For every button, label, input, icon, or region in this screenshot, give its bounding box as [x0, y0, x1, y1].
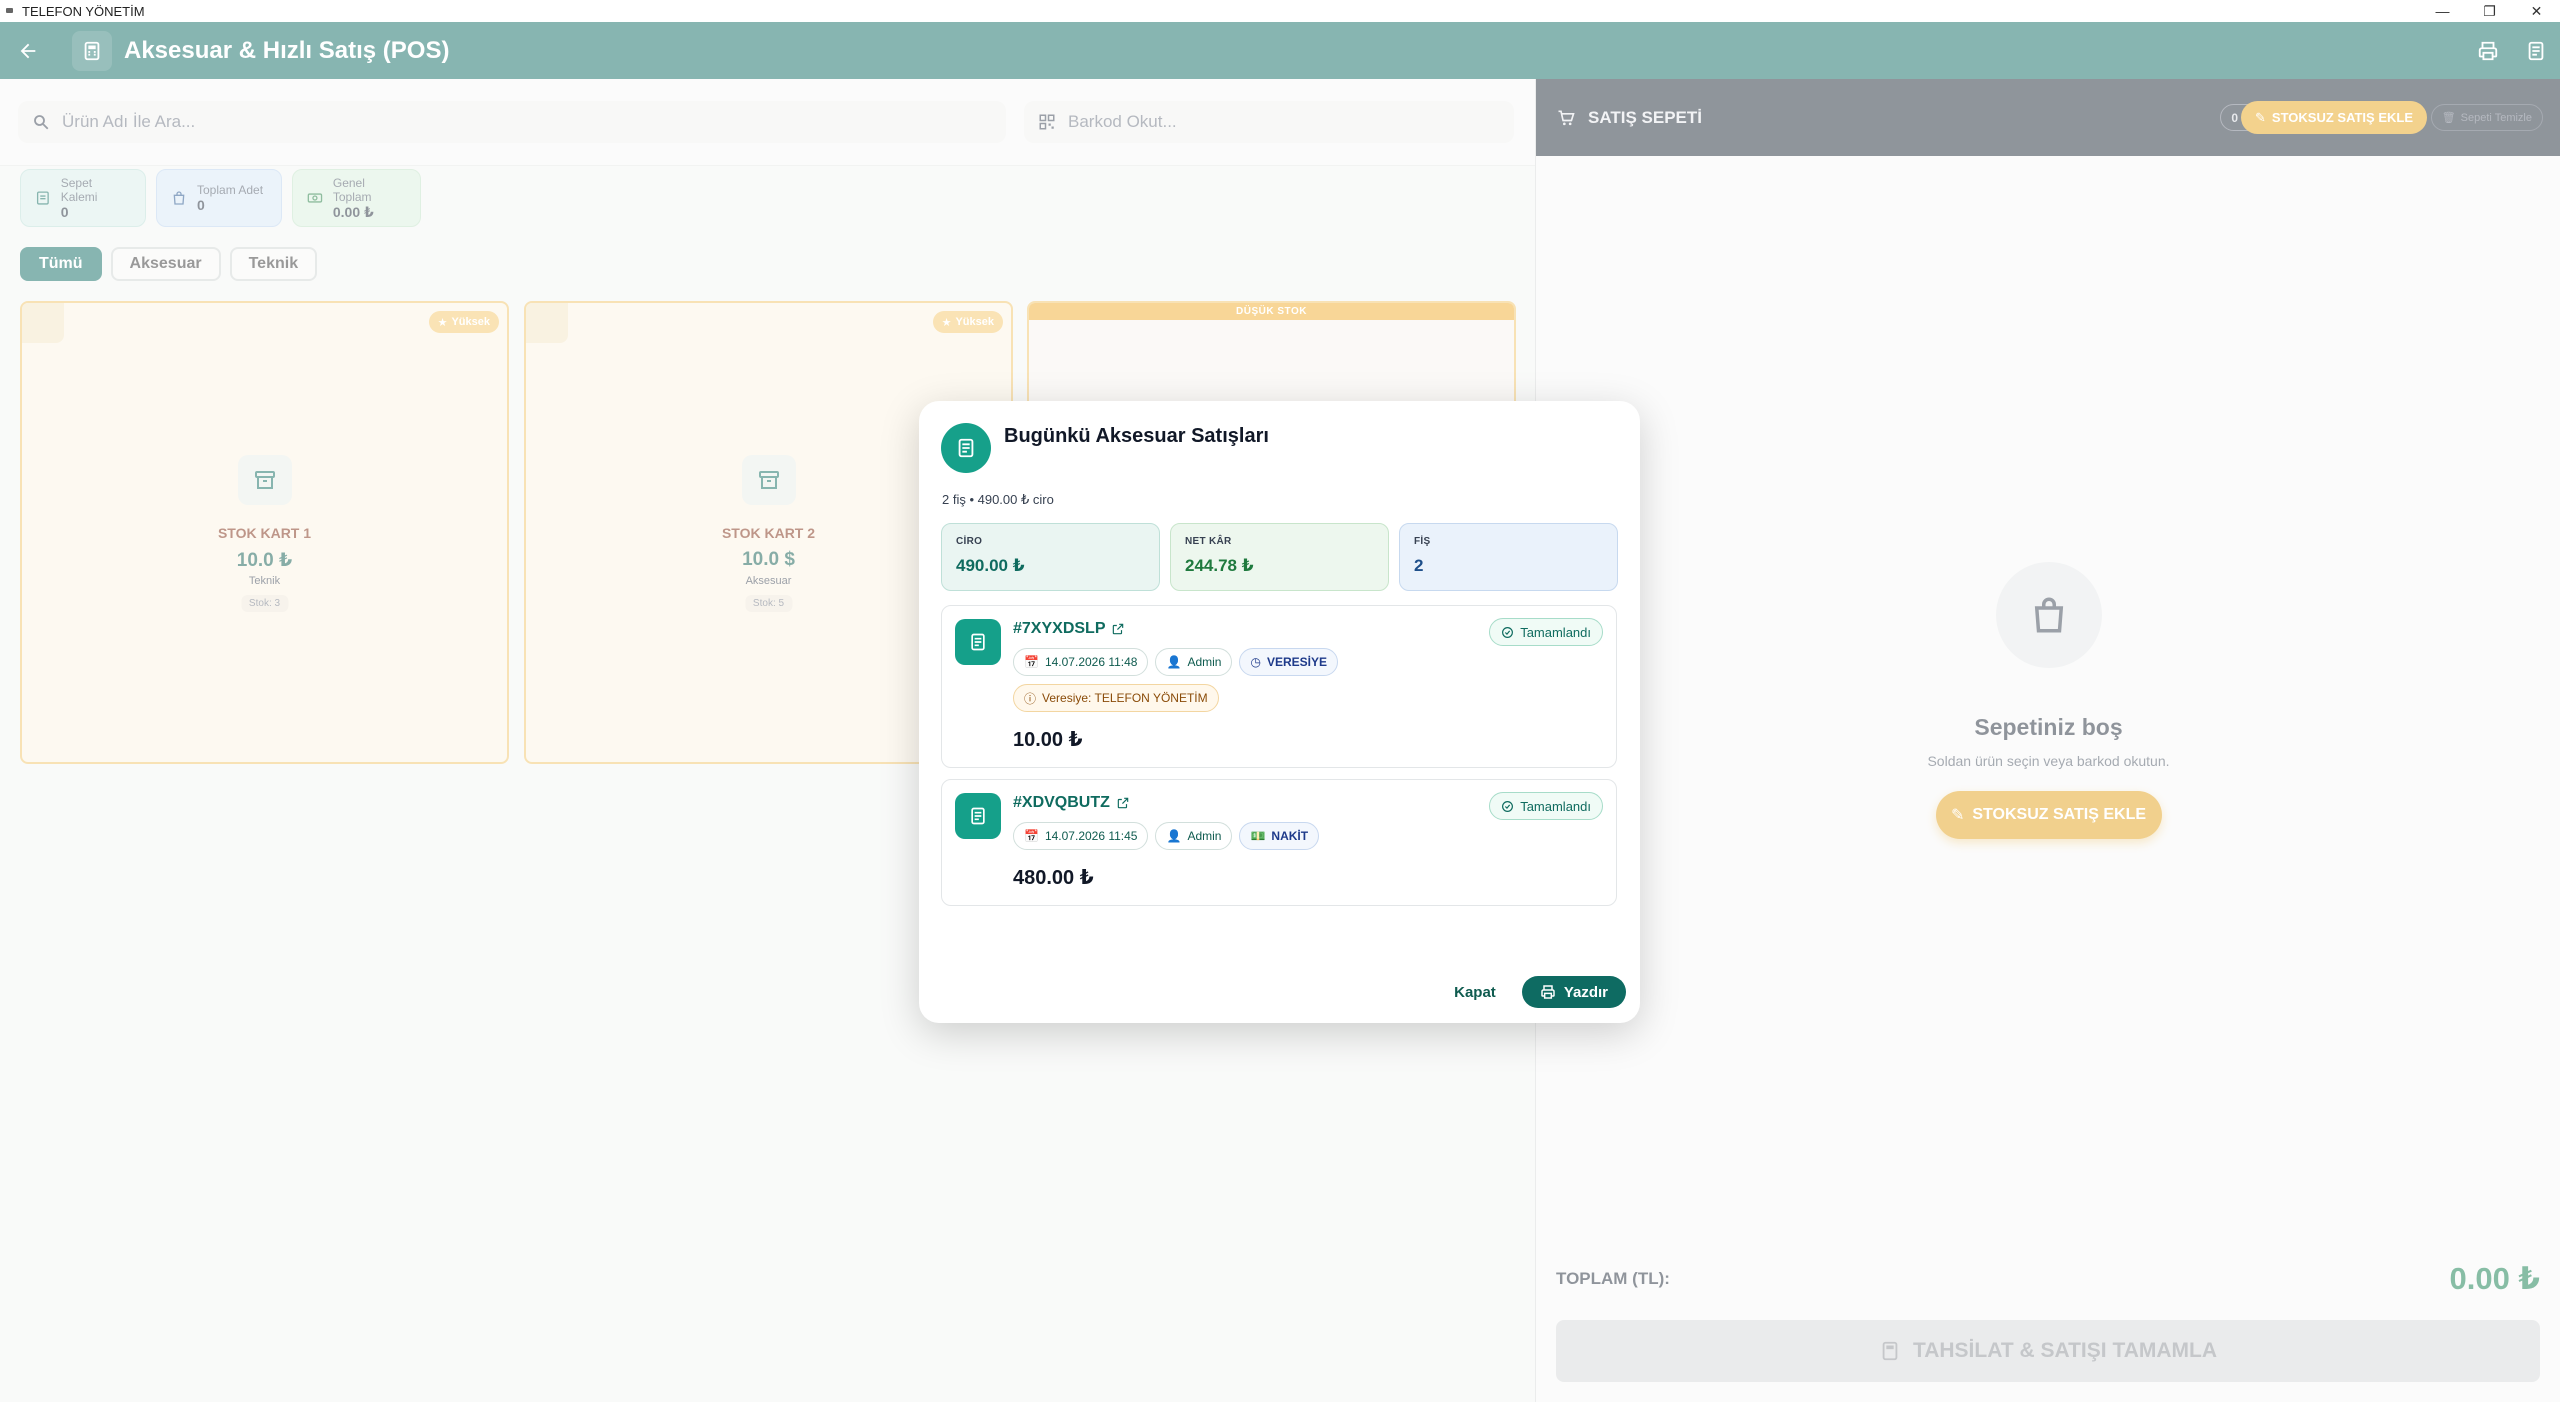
external-link-icon [1117, 797, 1129, 809]
date-value: 14.07.2026 11:45 [1044, 829, 1138, 843]
receipt-card[interactable]: #7XYXDSLP Tamamlandı 📅 14.07.2026 11:48 👤… [941, 605, 1617, 768]
receipt-amount: 10.00 ₺ [1013, 729, 1083, 751]
kpi-label: CİRO [956, 536, 983, 547]
check-circle-icon [1502, 800, 1514, 812]
receipt-amount: 480.00 ₺ [1013, 867, 1094, 889]
kpi-value: 244.78 ₺ [1185, 556, 1254, 575]
status-label: Tamamlandı [1520, 798, 1591, 814]
button-label: Yazdır [1563, 983, 1608, 1001]
status-label: Tamamlandı [1520, 624, 1591, 640]
clock-icon: ◷ [1250, 655, 1261, 669]
printer-icon [1541, 985, 1555, 999]
kpi-value: 2 [1414, 556, 1424, 575]
dialog-title: Bugünkü Aksesuar Satışları [1004, 425, 1269, 447]
check-circle-icon [1502, 626, 1514, 638]
app-icon [6, 8, 13, 13]
user-tag: 👤 Admin [1155, 822, 1233, 850]
calendar-icon: 📅 [1024, 829, 1039, 843]
close-window-button[interactable]: ✕ [2513, 0, 2560, 22]
user-icon: 👤 [1166, 829, 1182, 843]
date-tag: 📅 14.07.2026 11:45 [1013, 822, 1149, 850]
date-tag: 📅 14.07.2026 11:48 [1013, 648, 1149, 676]
cash-icon: 💵 [1250, 829, 1266, 843]
status-badge: Tamamlandı [1489, 618, 1603, 646]
dialog-subtitle: 2 fiş • 490.00 ₺ ciro [942, 492, 1054, 507]
print-sales-button[interactable]: Yazdır [1521, 976, 1626, 1008]
kpi-label: NET KÂR [1185, 536, 1232, 547]
payment-tag: ◷ VERESİYE [1239, 648, 1338, 676]
receipt-number-link[interactable]: #7XYXDSLP [1013, 620, 1125, 638]
payment-value: VERESİYE [1266, 655, 1327, 669]
receipt-number: #7XYXDSLP [1013, 620, 1106, 637]
receipt-number-link[interactable]: #XDVQBUTZ [1013, 794, 1130, 812]
payment-tag: 💵 NAKİT [1239, 822, 1320, 850]
external-link-icon [1113, 623, 1124, 635]
status-badge: Tamamlandı [1489, 792, 1603, 820]
user-icon: 👤 [1166, 655, 1182, 669]
receipt-number: #XDVQBUTZ [1013, 794, 1110, 811]
credit-tags: ⓘ Veresiye: TELEFON YÖNETİM [1013, 684, 1219, 712]
kpi-row: CİRO 490.00 ₺ NET KÂR 244.78 ₺ FİŞ 2 [941, 523, 1618, 591]
receipt-icon [955, 793, 1001, 839]
window-titlebar: TELEFON YÖNETİM — ❐ ✕ [0, 0, 2560, 22]
window-title: TELEFON YÖNETİM [22, 3, 145, 19]
kpi-receipt-count: FİŞ 2 [1399, 523, 1618, 591]
receipt-tags: 📅 14.07.2026 11:45 👤 Admin 💵 NAKİT [1013, 822, 1320, 850]
todays-sales-dialog: Bugünkü Aksesuar Satışları 2 fiş • 490.0… [919, 401, 1640, 1023]
minimize-button[interactable]: — [2419, 0, 2466, 22]
user-value: Admin [1187, 655, 1222, 669]
kpi-label: FİŞ [1414, 536, 1431, 547]
credit-note-tag: ⓘ Veresiye: TELEFON YÖNETİM [1013, 684, 1219, 712]
credit-note: Veresiye: TELEFON YÖNETİM [1042, 691, 1208, 705]
receipt-icon [941, 423, 991, 473]
calendar-icon: 📅 [1024, 655, 1039, 669]
receipt-icon [955, 619, 1001, 665]
info-icon: ⓘ [1024, 691, 1037, 706]
dialog-actions: Kapat Yazdır [1454, 976, 1626, 1008]
receipt-tags: 📅 14.07.2026 11:48 👤 Admin ◷ VERESİYE [1013, 648, 1338, 676]
kpi-revenue: CİRO 490.00 ₺ [941, 523, 1160, 591]
close-button[interactable]: Kapat [1454, 984, 1496, 1001]
kpi-value: 490.00 ₺ [956, 556, 1025, 575]
kpi-net-profit: NET KÂR 244.78 ₺ [1170, 523, 1389, 591]
receipt-card[interactable]: #XDVQBUTZ Tamamlandı 📅 14.07.2026 11:45 👤… [941, 779, 1617, 906]
user-value: Admin [1187, 829, 1222, 843]
payment-value: NAKİT [1271, 829, 1309, 843]
user-tag: 👤 Admin [1155, 648, 1233, 676]
date-value: 14.07.2026 11:48 [1044, 655, 1138, 669]
restore-button[interactable]: ❐ [2466, 0, 2513, 22]
